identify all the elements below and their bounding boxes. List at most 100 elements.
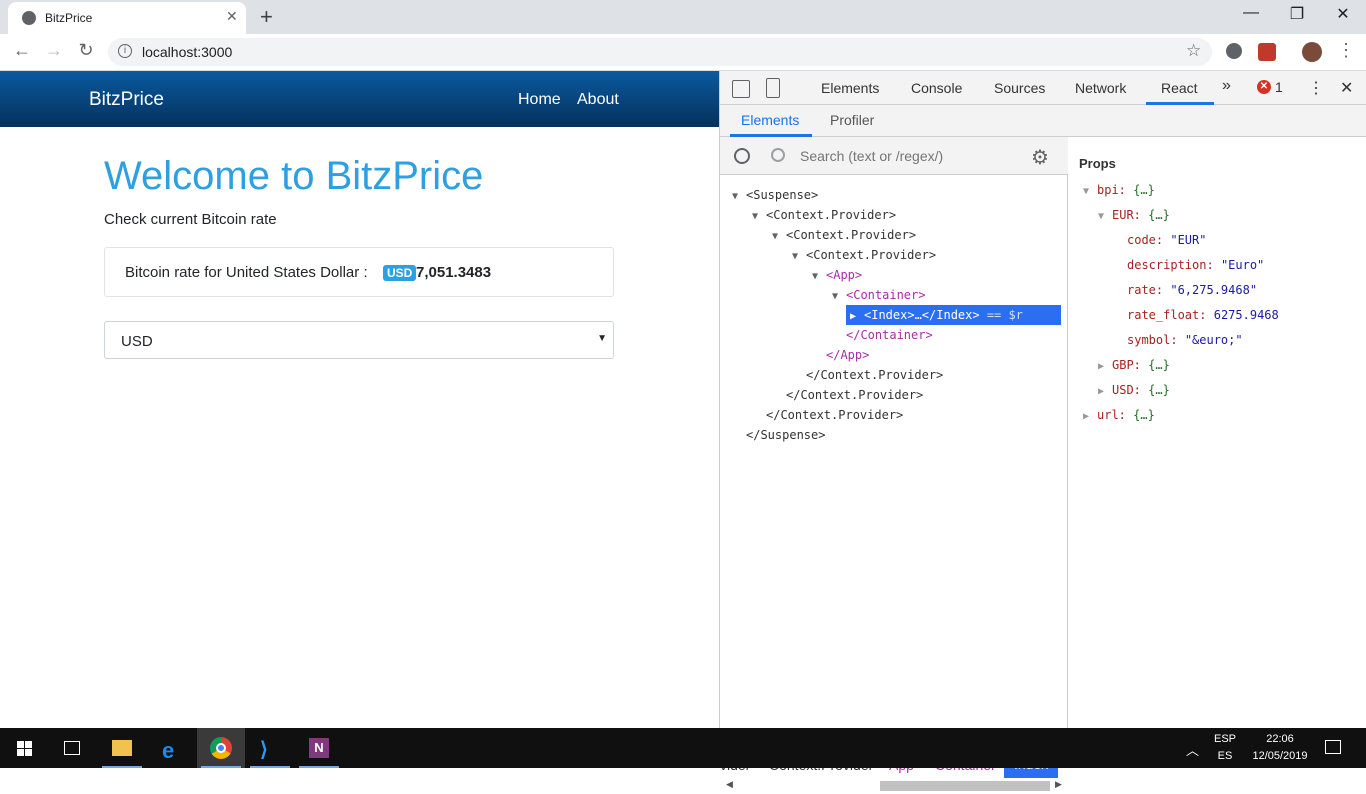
rate-value: 7,051.3483 — [416, 264, 492, 281]
more-tabs-icon[interactable]: » — [1222, 77, 1231, 95]
clock-time[interactable]: 22:06 — [1248, 733, 1312, 745]
url-text[interactable]: localhost:3000 — [142, 44, 232, 60]
tree-row[interactable]: </App> — [826, 345, 869, 365]
tab-network[interactable]: Network — [1075, 80, 1126, 96]
inspect-element-icon[interactable] — [732, 80, 750, 98]
subtab-elements[interactable]: Elements — [741, 112, 799, 128]
tree-row-selected[interactable]: ▶ <Index>…</Index> == $r — [846, 305, 1061, 325]
tree-row[interactable]: </Context.Provider> — [786, 385, 923, 405]
tab-react[interactable]: React — [1161, 80, 1198, 96]
expand-triangle-icon[interactable]: ▼ — [752, 207, 766, 227]
horizontal-scrollbar[interactable]: ◀ ▶ — [720, 778, 1068, 794]
edge-icon[interactable]: e — [148, 728, 196, 768]
prop-row-eur[interactable]: ▼ EUR: {…} — [1098, 205, 1170, 225]
expand-triangle-icon[interactable]: ▼ — [792, 247, 806, 267]
scrollbar-thumb[interactable] — [880, 781, 1050, 791]
start-button[interactable] — [0, 728, 48, 768]
tree-row[interactable]: ▼ <Suspense> — [732, 185, 818, 205]
language-top[interactable]: ESP — [1214, 733, 1236, 745]
tree-row[interactable]: ▼ <Context.Provider> — [792, 245, 936, 265]
tree-row[interactable]: </Container> — [846, 325, 933, 345]
tab-close-icon[interactable]: ✕ — [226, 8, 238, 25]
chrome-icon[interactable] — [197, 728, 245, 768]
gear-icon[interactable]: ⚙ — [1031, 145, 1049, 170]
tab-console[interactable]: Console — [911, 80, 962, 96]
prop-row-description[interactable]: description: "Euro" — [1127, 255, 1264, 275]
prop-row-symbol[interactable]: symbol: "&euro;" — [1127, 330, 1243, 350]
collapsed-triangle-icon[interactable]: ▶ — [1098, 382, 1112, 402]
task-view-icon[interactable] — [48, 728, 96, 768]
expand-triangle-icon[interactable]: ▼ — [772, 227, 786, 247]
tree-row[interactable]: ▼ <Context.Provider> — [752, 205, 896, 225]
globe-icon — [22, 11, 36, 25]
language-bottom[interactable]: ES — [1214, 750, 1236, 762]
extension-moon-icon[interactable] — [1226, 43, 1242, 59]
minimize-button[interactable]: — — [1228, 4, 1274, 22]
nav-about-link[interactable]: About — [577, 91, 619, 109]
expand-triangle-icon[interactable]: ▼ — [732, 187, 746, 207]
error-count[interactable]: 1 — [1275, 79, 1283, 95]
forward-arrow-icon[interactable]: → — [42, 40, 66, 61]
tree-row[interactable]: </Suspense> — [746, 425, 825, 445]
tree-row[interactable]: ▼ <Container> — [832, 285, 925, 305]
tab-elements[interactable]: Elements — [821, 80, 879, 96]
props-title: Props — [1079, 156, 1116, 171]
component-tree-pane: ⚙ ▼<Suspense> ▼<Context.Provider> ▼<Cont… — [720, 137, 1068, 794]
prop-row-url[interactable]: ▶ url: {…} — [1083, 405, 1155, 425]
maximize-button[interactable]: ❐ — [1274, 4, 1320, 24]
device-toolbar-icon[interactable] — [766, 78, 780, 98]
back-arrow-icon[interactable]: ← — [10, 40, 34, 61]
expand-triangle-icon[interactable]: ▼ — [1098, 207, 1112, 227]
reload-icon[interactable]: ↻ — [74, 40, 98, 61]
tree-row[interactable]: ▼ <App> — [812, 265, 862, 285]
address-bar[interactable]: i localhost:3000 ☆ — [108, 38, 1212, 66]
star-icon[interactable]: ☆ — [1186, 41, 1201, 61]
expand-triangle-icon[interactable]: ▼ — [1083, 182, 1097, 202]
browser-tab-strip: BitzPrice ✕ + — ❐ ✕ — [0, 0, 1366, 34]
prop-row-bpi[interactable]: ▼ bpi: {…} — [1083, 180, 1155, 200]
prop-row-gbp[interactable]: ▶ GBP: {…} — [1098, 355, 1170, 375]
collapsed-triangle-icon[interactable]: ▶ — [1098, 357, 1112, 377]
prop-row-rate-float[interactable]: rate_float: 6275.9468 — [1127, 305, 1279, 325]
subtab-profiler[interactable]: Profiler — [830, 112, 874, 128]
scroll-left-icon[interactable]: ◀ — [726, 779, 733, 790]
menu-kebab-icon[interactable]: ⋮ — [1334, 40, 1358, 61]
file-explorer-icon[interactable] — [98, 728, 146, 768]
onenote-icon[interactable]: N — [295, 728, 343, 768]
tree-row[interactable]: ▼ <Context.Provider> — [772, 225, 916, 245]
tree-row[interactable]: </Context.Provider> — [766, 405, 903, 425]
web-page: BitzPrice Home About Welcome to BitzPric… — [0, 71, 719, 728]
info-icon[interactable]: i — [118, 44, 132, 58]
browser-tab[interactable]: BitzPrice ✕ — [8, 2, 246, 34]
new-tab-button[interactable]: + — [260, 4, 273, 30]
collapsed-triangle-icon[interactable]: ▶ — [1083, 407, 1097, 427]
close-window-button[interactable]: ✕ — [1320, 4, 1366, 24]
tree-row[interactable]: </Context.Provider> — [806, 365, 943, 385]
windows-taskbar: e ⟩ N ︿ ESP ES 22:06 12/05/2019 — [0, 728, 1366, 768]
close-devtools-icon[interactable]: ✕ — [1340, 78, 1353, 98]
notification-icon[interactable] — [1325, 740, 1341, 754]
collapsed-triangle-icon[interactable]: ▶ — [850, 307, 864, 327]
expand-triangle-icon[interactable]: ▼ — [812, 267, 826, 287]
site-navbar: BitzPrice Home About — [0, 71, 719, 127]
vscode-icon[interactable]: ⟩ — [246, 728, 294, 768]
tab-sources[interactable]: Sources — [994, 80, 1045, 96]
prop-row-code[interactable]: code: "EUR" — [1127, 230, 1206, 250]
chevron-down-icon: ▼ — [597, 333, 607, 344]
search-input[interactable] — [800, 146, 1020, 166]
extension-icon[interactable] — [1258, 43, 1276, 61]
expand-triangle-icon[interactable]: ▼ — [832, 287, 846, 307]
avatar[interactable] — [1302, 42, 1322, 62]
error-icon[interactable]: ✕ — [1257, 80, 1271, 94]
nav-home-link[interactable]: Home — [518, 91, 561, 109]
browser-toolbar: ← → ↻ i localhost:3000 ☆ ⋮ — [0, 34, 1366, 71]
chevron-up-icon[interactable]: ︿ — [1186, 740, 1199, 759]
devtools-menu-icon[interactable]: ⋮ — [1308, 78, 1324, 98]
select-element-icon[interactable] — [734, 148, 750, 164]
brand-link[interactable]: BitzPrice — [89, 89, 164, 111]
prop-row-rate[interactable]: rate: "6,275.9468" — [1127, 280, 1257, 300]
scroll-right-icon[interactable]: ▶ — [1055, 779, 1062, 790]
prop-row-usd[interactable]: ▶ USD: {…} — [1098, 380, 1170, 400]
clock-date[interactable]: 12/05/2019 — [1248, 750, 1312, 762]
currency-select[interactable]: USD ▼ — [104, 321, 614, 359]
